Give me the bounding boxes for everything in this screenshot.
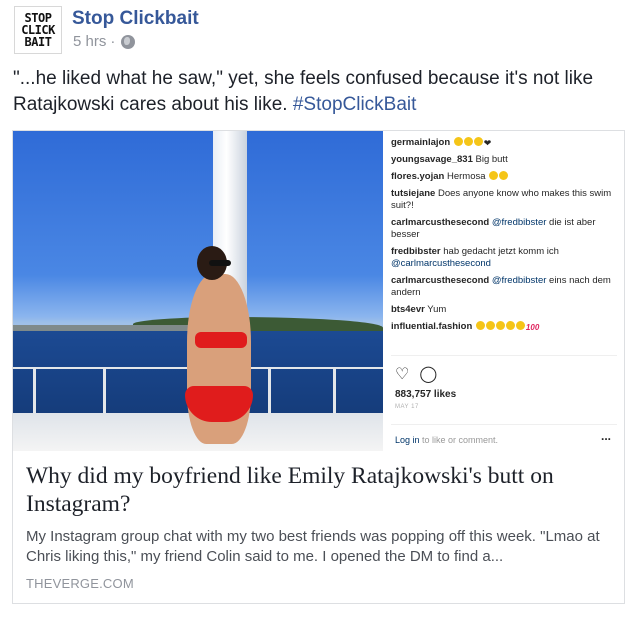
heart-icon: ♡ xyxy=(395,366,410,383)
comment-mention: @carlmarcusthesecond xyxy=(391,258,491,269)
avatar-line: BAIT xyxy=(24,35,52,49)
post-text: "...he liked what he saw," yet, she feel… xyxy=(13,66,613,118)
emoji-icon xyxy=(515,321,525,330)
comment-username: carlmarcusthesecond xyxy=(391,217,490,228)
instagram-date: MAY 17 xyxy=(395,404,419,410)
page-name-link[interactable]: Stop Clickbait xyxy=(72,8,199,30)
comment-username: youngsavage_831 xyxy=(391,154,473,165)
emoji-icon xyxy=(463,137,473,146)
instagram-likes-count: 883,757 likes xyxy=(395,389,457,400)
comment-username: tutsiejane xyxy=(391,188,436,199)
emoji-icon xyxy=(499,171,509,180)
instagram-comment: fredbibster hab gedacht jetzt komm ich @… xyxy=(391,246,619,270)
photo-person xyxy=(173,246,263,451)
comment-username: flores.yojan xyxy=(391,171,445,182)
link-description: My Instagram group chat with my two best… xyxy=(26,528,600,565)
yacht-photo xyxy=(13,131,383,451)
facebook-post: STOP CLICK BAIT Stop Clickbait 5 hrs · "… xyxy=(0,0,636,617)
comment-username: carlmarcusthesecond xyxy=(391,275,490,286)
emoji-icon xyxy=(453,137,463,146)
instagram-comment: carlmarcusthesecond @fredbibster die ist… xyxy=(391,217,619,241)
link-preview-image[interactable]: germainlajon ❤ youngsavage_831 Big butt … xyxy=(13,131,624,451)
instagram-login-prompt: Log in to like or comment. xyxy=(395,435,498,445)
instagram-login-link: Log in xyxy=(395,435,420,445)
instagram-comment: influential.fashion 100 xyxy=(391,321,619,334)
page-avatar[interactable]: STOP CLICK BAIT xyxy=(14,6,62,54)
instagram-login-rest: to like or comment. xyxy=(419,435,499,445)
instagram-more-icon: ... xyxy=(601,429,612,443)
globe-icon[interactable] xyxy=(121,34,136,49)
link-domain: THEVERGE.COM xyxy=(26,576,134,591)
heart-emoji-icon: ❤ xyxy=(483,138,492,148)
instagram-comment: germainlajon ❤ xyxy=(391,137,619,149)
emoji-icon xyxy=(473,137,483,146)
instagram-comment: flores.yojan Hermosa xyxy=(391,171,619,183)
instagram-actions: ♡ ◯ xyxy=(395,364,437,384)
instagram-comments-panel: germainlajon ❤ youngsavage_831 Big butt … xyxy=(383,131,624,451)
hashtag-link[interactable]: #StopClickBait xyxy=(293,94,417,115)
instagram-divider xyxy=(391,355,617,356)
comment-icon: ◯ xyxy=(419,366,438,383)
emoji-icon xyxy=(505,321,515,330)
comment-text: Yum xyxy=(427,304,447,315)
comment-mention: @fredbibster xyxy=(491,217,547,228)
comment-text: hab gedacht jetzt komm ich xyxy=(443,246,559,257)
comment-username: germainlajon xyxy=(391,137,451,148)
emoji-icon xyxy=(495,321,505,330)
comment-username: fredbibster xyxy=(391,246,441,257)
post-meta: 5 hrs · xyxy=(73,33,136,50)
meta-separator: · xyxy=(110,33,116,50)
link-preview-card[interactable]: germainlajon ❤ youngsavage_831 Big butt … xyxy=(12,130,625,604)
comment-text: Big butt xyxy=(475,154,508,165)
emoji-icon xyxy=(475,321,485,330)
instagram-comment: tutsiejane Does anyone know who makes th… xyxy=(391,188,619,212)
emoji-icon xyxy=(489,171,499,180)
comment-username: influential.fashion xyxy=(391,321,473,332)
hundred-emoji-icon: 100 xyxy=(525,323,540,332)
instagram-comment: bts4evr Yum xyxy=(391,304,619,316)
comment-mention: @fredbibster xyxy=(491,275,547,286)
instagram-comment: carlmarcusthesecond @fredbibster eins na… xyxy=(391,275,619,299)
instagram-divider xyxy=(391,424,617,425)
instagram-comment: youngsavage_831 Big butt xyxy=(391,154,619,166)
post-timestamp[interactable]: 5 hrs xyxy=(73,33,106,50)
comment-username: bts4evr xyxy=(391,304,425,315)
emoji-icon xyxy=(485,321,495,330)
instagram-comment-list: germainlajon ❤ youngsavage_831 Big butt … xyxy=(391,137,619,339)
link-title[interactable]: Why did my boyfriend like Emily Ratajkow… xyxy=(26,462,616,518)
comment-text: Hermosa xyxy=(446,171,486,182)
